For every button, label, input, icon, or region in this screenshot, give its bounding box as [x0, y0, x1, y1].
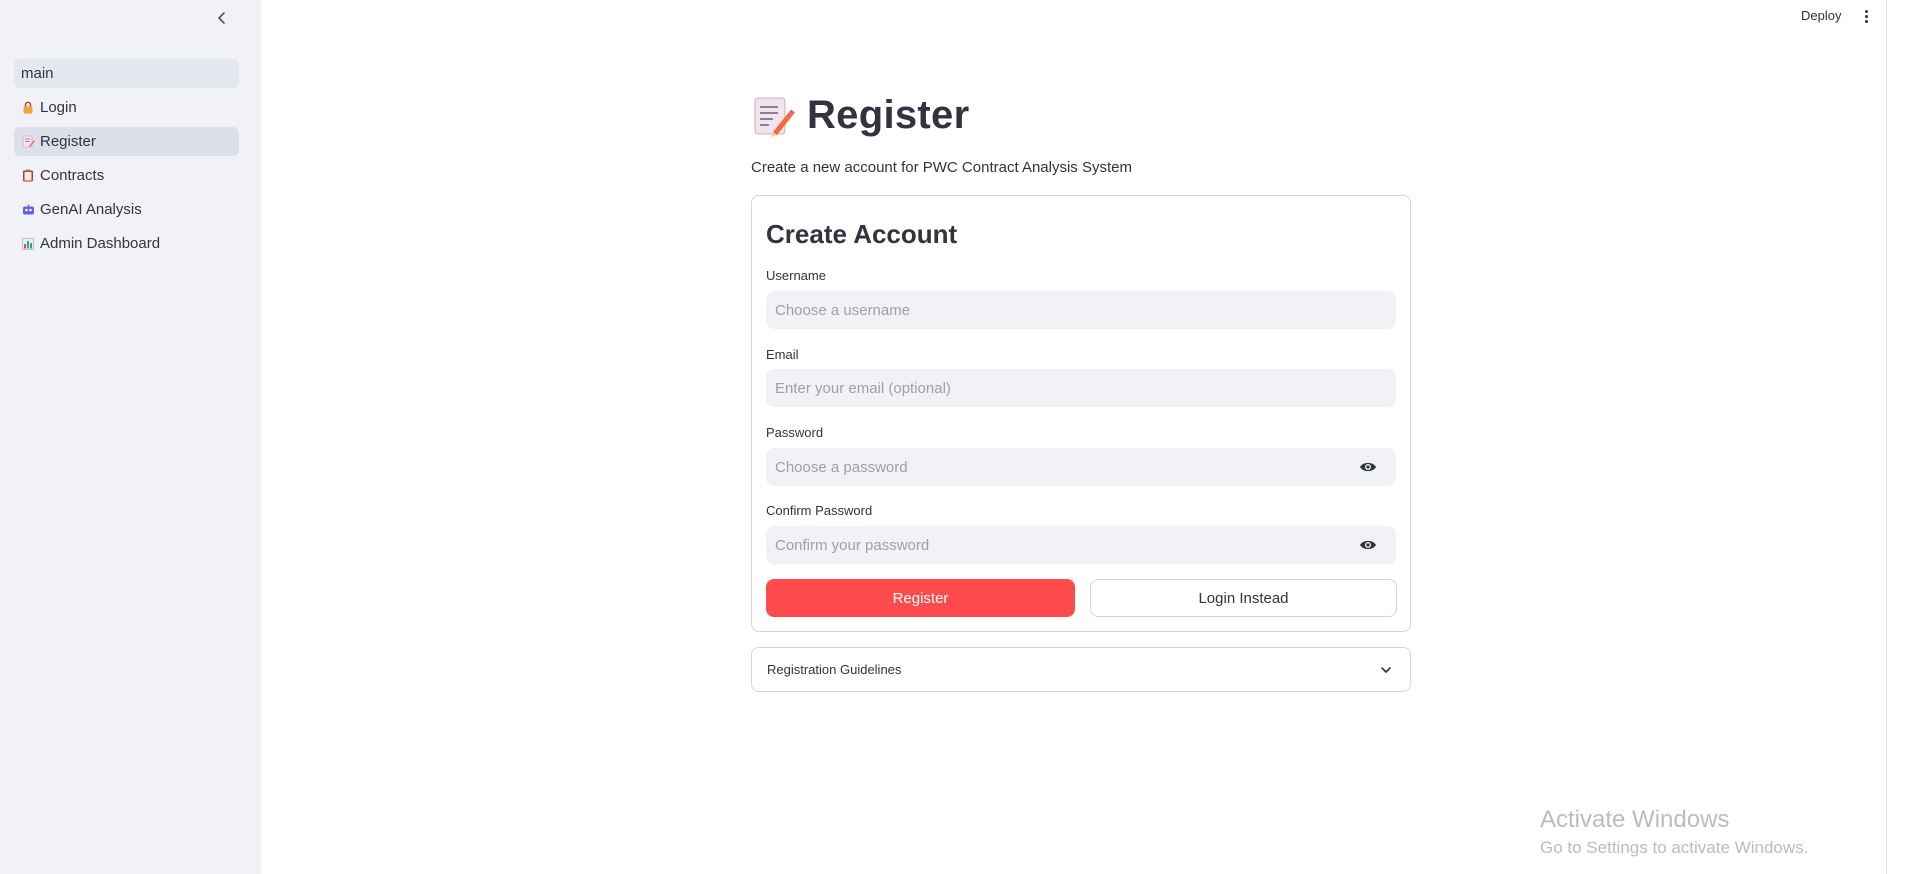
- memo-icon: [754, 97, 795, 137]
- sidebar-nav: main Login Register Contracts GenAI Anal…: [14, 59, 239, 263]
- page-subtitle: Create a new account for PWC Contract An…: [751, 159, 1132, 176]
- register-button[interactable]: Register: [766, 579, 1075, 617]
- kebab-menu-icon: [1864, 9, 1868, 13]
- email-input[interactable]: [775, 379, 1335, 397]
- sidebar-item-main[interactable]: main: [14, 59, 239, 88]
- registration-guidelines-expander[interactable]: Registration Guidelines: [751, 647, 1411, 692]
- expander-label: Registration Guidelines: [767, 662, 902, 677]
- login-instead-button[interactable]: Login Instead: [1090, 579, 1397, 617]
- sidebar-item-login[interactable]: Login: [14, 93, 239, 122]
- sidebar-item-genai-analysis[interactable]: GenAI Analysis: [14, 195, 239, 224]
- email-label: Email: [766, 347, 799, 362]
- password-input[interactable]: [775, 458, 1335, 476]
- sidebar-item-label: Contracts: [40, 167, 105, 184]
- confirm-password-label: Confirm Password: [766, 503, 873, 518]
- show-password-icon[interactable]: [1359, 538, 1377, 552]
- sidebar-item-label: Login: [40, 99, 77, 116]
- chevron-down-icon: [1381, 667, 1391, 673]
- collapse-sidebar-button[interactable]: [212, 6, 232, 30]
- register-form: Create Account Username Email Password C…: [751, 195, 1411, 632]
- robot-icon: [21, 203, 35, 217]
- sidebar-item-label: Admin Dashboard: [40, 235, 161, 252]
- show-password-icon[interactable]: [1359, 460, 1377, 474]
- clipboard-icon: [21, 169, 35, 183]
- sidebar-item-admin-dashboard[interactable]: Admin Dashboard: [14, 229, 239, 258]
- form-title: Create Account: [766, 219, 958, 249]
- sidebar-item-label: GenAI Analysis: [40, 201, 142, 218]
- page-title: Register: [807, 93, 970, 137]
- sidebar-item-register[interactable]: Register: [14, 127, 239, 156]
- windows-activation-watermark: Activate Windows Go to Settings to activ…: [1540, 806, 1808, 858]
- username-input[interactable]: [775, 301, 1335, 319]
- page-header: Register: [751, 93, 969, 138]
- confirm-password-field-container: [766, 526, 1396, 564]
- scrollbar-track: [1886, 0, 1887, 874]
- sidebar: main Login Register Contracts GenAI Anal…: [0, 0, 261, 874]
- watermark-title: Activate Windows: [1540, 806, 1730, 833]
- confirm-password-input[interactable]: [775, 536, 1335, 554]
- sidebar-item-label: main: [21, 65, 54, 82]
- memo-icon: [21, 135, 35, 149]
- sidebar-item-label: Register: [40, 133, 96, 150]
- lock-icon: [21, 101, 35, 115]
- deploy-button[interactable]: Deploy: [1801, 8, 1841, 23]
- sidebar-item-contracts[interactable]: Contracts: [14, 161, 239, 190]
- bar-chart-icon: [21, 237, 35, 251]
- username-label: Username: [766, 268, 826, 283]
- password-field-container: [766, 448, 1396, 486]
- watermark-subtitle: Go to Settings to activate Windows.: [1540, 838, 1809, 857]
- password-label: Password: [766, 425, 824, 440]
- chevron-left-icon: [218, 12, 225, 24]
- main-menu-button[interactable]: [1858, 6, 1874, 26]
- username-field-container: [766, 291, 1396, 329]
- email-field-container: [766, 369, 1396, 407]
